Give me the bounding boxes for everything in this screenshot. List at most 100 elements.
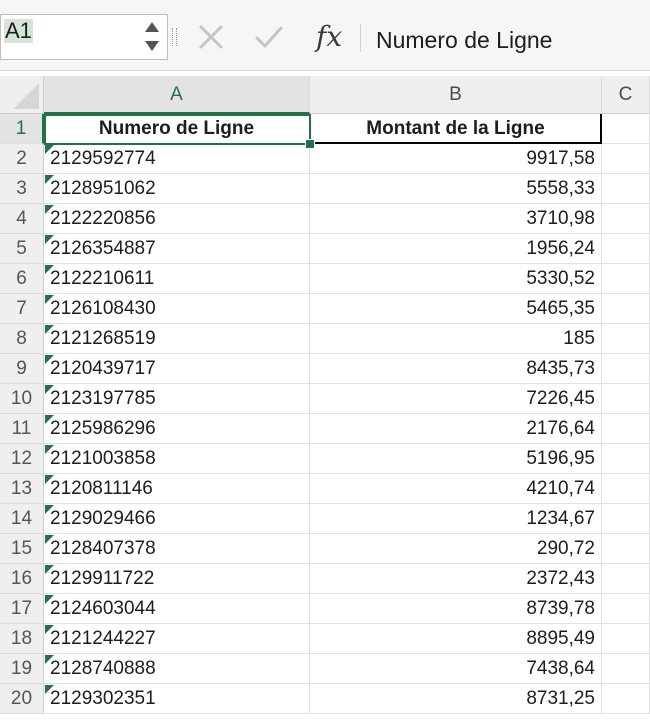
fill-handle[interactable] xyxy=(305,139,315,149)
row-header[interactable]: 14 xyxy=(0,504,44,534)
text-number-warning-icon[interactable] xyxy=(45,325,54,334)
cell-c[interactable] xyxy=(602,564,650,594)
cell-c[interactable] xyxy=(602,474,650,504)
cell-a[interactable]: 2125986296 xyxy=(44,414,310,444)
column-header-b[interactable]: B xyxy=(310,76,602,114)
text-number-warning-icon[interactable] xyxy=(45,235,54,244)
row-header[interactable]: 6 xyxy=(0,264,44,294)
header-cell-b[interactable]: Montant de la Ligne xyxy=(310,114,602,144)
text-number-warning-icon[interactable] xyxy=(45,655,54,664)
header-cell-a[interactable]: Numero de Ligne xyxy=(44,114,310,144)
cell-a[interactable]: 2128407378 xyxy=(44,534,310,564)
cell-b[interactable]: 5196,95 xyxy=(310,444,602,474)
cell-b[interactable]: 3710,98 xyxy=(310,204,602,234)
cell-c[interactable] xyxy=(602,324,650,354)
row-header[interactable]: 17 xyxy=(0,594,44,624)
cell-c[interactable] xyxy=(602,654,650,684)
row-header[interactable]: 9 xyxy=(0,354,44,384)
cell-a[interactable]: 2120811146 xyxy=(44,474,310,504)
cell-a[interactable]: 2126108430 xyxy=(44,294,310,324)
text-number-warning-icon[interactable] xyxy=(45,595,54,604)
cell-c[interactable] xyxy=(602,504,650,534)
cell-a[interactable]: 2124603044 xyxy=(44,594,310,624)
cell-c[interactable] xyxy=(602,234,650,264)
cell-c[interactable] xyxy=(602,354,650,384)
text-number-warning-icon[interactable] xyxy=(45,265,54,274)
cell-b[interactable]: 8739,78 xyxy=(310,594,602,624)
column-header-c[interactable]: C xyxy=(602,76,650,114)
cell-b[interactable]: 7226,45 xyxy=(310,384,602,414)
cell-c[interactable] xyxy=(602,114,650,144)
text-number-warning-icon[interactable] xyxy=(45,175,54,184)
row-header[interactable]: 11 xyxy=(0,414,44,444)
text-number-warning-icon[interactable] xyxy=(45,535,54,544)
cell-a[interactable]: 2122220856 xyxy=(44,204,310,234)
cell-b[interactable]: 9917,58 xyxy=(310,144,602,174)
cancel-icon[interactable] xyxy=(194,20,228,54)
cell-c[interactable] xyxy=(602,294,650,324)
cell-b[interactable]: 8895,49 xyxy=(310,624,602,654)
formula-input[interactable]: Numero de Ligne xyxy=(376,26,552,54)
cell-a[interactable]: 2120439717 xyxy=(44,354,310,384)
row-header[interactable]: 18 xyxy=(0,624,44,654)
cell-c[interactable] xyxy=(602,144,650,174)
column-header-a[interactable]: A xyxy=(44,76,310,114)
cell-c[interactable] xyxy=(602,534,650,564)
cell-b[interactable]: 8435,73 xyxy=(310,354,602,384)
cell-b[interactable]: 185 xyxy=(310,324,602,354)
cell-a[interactable]: 2123197785 xyxy=(44,384,310,414)
select-all-icon[interactable] xyxy=(13,83,39,109)
row-header[interactable]: 16 xyxy=(0,564,44,594)
cell-c[interactable] xyxy=(602,594,650,624)
cell-a[interactable]: 2121244227 xyxy=(44,624,310,654)
text-number-warning-icon[interactable] xyxy=(45,295,54,304)
cell-b[interactable]: 290,72 xyxy=(310,534,602,564)
cell-a[interactable]: 2121268519 xyxy=(44,324,310,354)
cell-c[interactable] xyxy=(602,624,650,654)
cell-a[interactable]: 2129302351 xyxy=(44,684,310,714)
cell-c[interactable] xyxy=(602,264,650,294)
row-header[interactable]: 20 xyxy=(0,684,44,714)
text-number-warning-icon[interactable] xyxy=(45,385,54,394)
row-header[interactable]: 8 xyxy=(0,324,44,354)
cell-a[interactable]: 2129029466 xyxy=(44,504,310,534)
text-number-warning-icon[interactable] xyxy=(45,415,54,424)
cell-b[interactable]: 5465,35 xyxy=(310,294,602,324)
row-header[interactable]: 1 xyxy=(0,114,44,144)
cell-b[interactable]: 2176,64 xyxy=(310,414,602,444)
row-header[interactable]: 12 xyxy=(0,444,44,474)
text-number-warning-icon[interactable] xyxy=(45,445,54,454)
cell-c[interactable] xyxy=(602,414,650,444)
row-header[interactable]: 19 xyxy=(0,654,44,684)
cell-a[interactable]: 2129592774 xyxy=(44,144,310,174)
row-header[interactable]: 3 xyxy=(0,174,44,204)
cell-b[interactable]: 7438,64 xyxy=(310,654,602,684)
cell-b[interactable]: 1234,67 xyxy=(310,504,602,534)
text-number-warning-icon[interactable] xyxy=(45,685,54,694)
cell-c[interactable] xyxy=(602,384,650,414)
cell-b[interactable]: 8731,25 xyxy=(310,684,602,714)
select-all-corner[interactable] xyxy=(0,76,44,114)
text-number-warning-icon[interactable] xyxy=(45,505,54,514)
name-box-up-icon[interactable] xyxy=(145,22,159,32)
text-number-warning-icon[interactable] xyxy=(45,355,54,364)
row-header[interactable]: 15 xyxy=(0,534,44,564)
row-header[interactable]: 4 xyxy=(0,204,44,234)
cell-b[interactable]: 5330,52 xyxy=(310,264,602,294)
cell-c[interactable] xyxy=(602,444,650,474)
cell-a[interactable]: 2126354887 xyxy=(44,234,310,264)
cell-a[interactable]: 2128951062 xyxy=(44,174,310,204)
enter-check-icon[interactable] xyxy=(252,20,286,54)
cell-b[interactable]: 2372,43 xyxy=(310,564,602,594)
row-header[interactable]: 2 xyxy=(0,144,44,174)
row-header[interactable]: 5 xyxy=(0,234,44,264)
text-number-warning-icon[interactable] xyxy=(45,205,54,214)
text-number-warning-icon[interactable] xyxy=(45,145,54,154)
insert-function-icon[interactable]: fx xyxy=(316,20,342,54)
cell-a[interactable]: 2129911722 xyxy=(44,564,310,594)
text-number-warning-icon[interactable] xyxy=(45,475,54,484)
cell-b[interactable]: 5558,33 xyxy=(310,174,602,204)
name-box-value[interactable]: A1 xyxy=(4,19,33,43)
row-header[interactable]: 13 xyxy=(0,474,44,504)
cell-a[interactable]: 2122210611 xyxy=(44,264,310,294)
